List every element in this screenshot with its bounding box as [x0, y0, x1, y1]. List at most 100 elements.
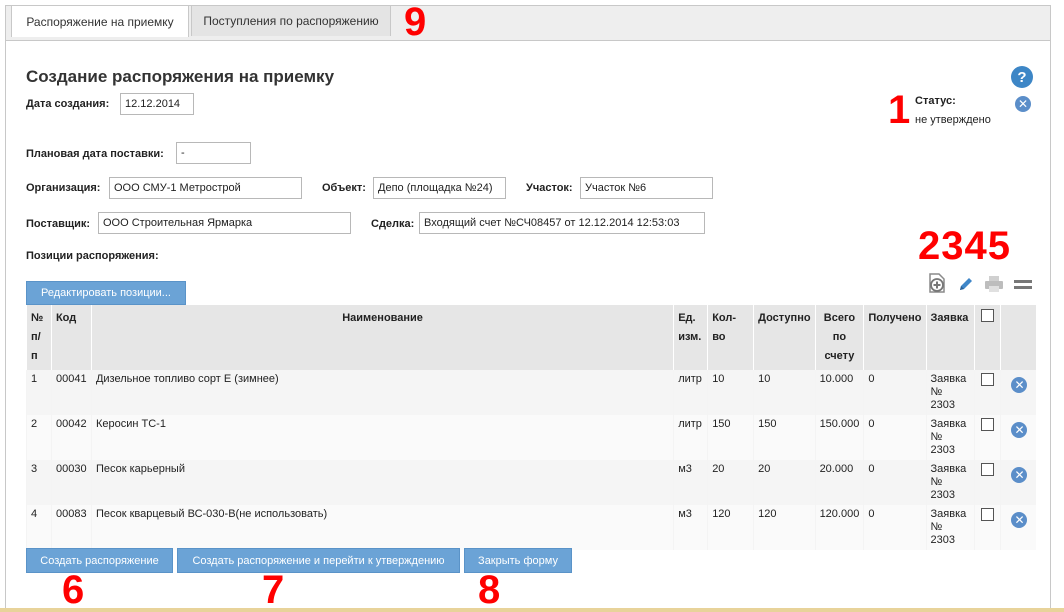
cell-unit: литр [673, 370, 708, 415]
cell-request[interactable]: Заявка № 2303 [925, 505, 974, 550]
organization-field[interactable]: ООО СМУ-1 Метрострой [109, 177, 302, 199]
cell-qty: 10 [707, 370, 754, 415]
row-checkbox[interactable] [980, 463, 994, 476]
row-delete-icon[interactable]: ✕ [1011, 512, 1028, 528]
header-total: Всего по счету [814, 305, 864, 370]
tab-receipts-by-order[interactable]: Поступления по распоряжению [191, 5, 391, 36]
annotation-7: 7 [262, 568, 285, 612]
help-icon[interactable]: ? [1011, 66, 1033, 88]
planned-date-field[interactable]: - [176, 142, 251, 164]
table-row: 1 00041 Дизельное топливо сорт Е (зимнее… [26, 370, 1036, 415]
header-unit: Ед. изм. [673, 305, 708, 370]
supplier-field[interactable]: ООО Строительная Ярмарка [98, 212, 351, 234]
cell-available: 120 [753, 505, 816, 550]
header-request: Заявка [925, 305, 974, 370]
cell-code: 00083 [50, 505, 92, 550]
deal-label: Сделка: [371, 218, 415, 230]
header-qty: Кол-во [707, 305, 754, 370]
section-field[interactable]: Участок №6 [580, 177, 713, 199]
cell-received: 0 [863, 505, 927, 550]
cell-received: 0 [863, 460, 927, 505]
cell-total: 10.000 [814, 370, 864, 415]
positions-table: № п/п Код Наименование Ед. изм. Кол-во Д… [26, 305, 1036, 550]
row-checkbox[interactable] [980, 373, 994, 386]
creation-date-field[interactable]: 12.12.2014 [120, 93, 194, 115]
select-all-checkbox[interactable] [980, 309, 994, 322]
cell-unit: м3 [673, 460, 708, 505]
cell-select [973, 370, 1001, 415]
cell-qty: 120 [707, 505, 754, 550]
cell-actions: ✕ [1000, 370, 1036, 415]
cell-qty: 20 [707, 460, 754, 505]
cell-unit: литр [673, 415, 708, 460]
deal-field[interactable]: Входящий счет №СЧ08457 от 12.12.2014 12:… [419, 212, 705, 234]
add-document-icon[interactable] [926, 272, 948, 294]
cell-request[interactable]: Заявка № 2303 [925, 370, 974, 415]
cell-name: Керосин ТС-1 [90, 415, 674, 460]
section-label: Участок: [526, 182, 573, 194]
cell-num: 2 [26, 415, 52, 460]
status-value: не утверждено [915, 114, 991, 126]
annotation-9: 9 [404, 0, 427, 44]
cell-num: 4 [26, 505, 52, 550]
cell-total: 120.000 [814, 505, 864, 550]
header-received: Получено [863, 305, 927, 370]
status-close-icon[interactable]: ✕ [1015, 96, 1031, 112]
table-row: 2 00042 Керосин ТС-1 литр 150 150 150.00… [26, 415, 1036, 460]
pencil-icon[interactable] [955, 273, 977, 295]
cell-select [973, 460, 1001, 505]
header-name: Наименование [90, 305, 674, 370]
create-order-button[interactable]: Создать распоряжение [26, 548, 173, 573]
planned-date-label: Плановая дата поставки: [26, 148, 164, 160]
cell-unit: м3 [673, 505, 708, 550]
row-checkbox[interactable] [980, 418, 994, 431]
annotation-2345: 2345 [918, 224, 1011, 268]
table-header-row: № п/п Код Наименование Ед. изм. Кол-во Д… [26, 305, 1036, 370]
cell-code: 00042 [50, 415, 92, 460]
bottom-border [0, 608, 1064, 612]
row-delete-icon[interactable]: ✕ [1011, 377, 1028, 393]
tab-acceptance-order[interactable]: Распоряжение на приемку [11, 5, 189, 37]
object-label: Объект: [322, 182, 366, 194]
cell-name: Песок кварцевый ВС-030-В(не использовать… [90, 505, 674, 550]
status-label: Статус: [915, 95, 956, 107]
supplier-label: Поставщик: [26, 218, 91, 230]
create-and-approve-button[interactable]: Создать распоряжение и перейти к утвержд… [177, 548, 460, 573]
menu-icon[interactable] [1012, 273, 1034, 295]
cell-qty: 150 [707, 415, 754, 460]
header-available: Доступно [753, 305, 816, 370]
printer-icon[interactable] [983, 273, 1005, 295]
row-checkbox[interactable] [980, 508, 994, 521]
cell-num: 3 [26, 460, 52, 505]
cell-available: 10 [753, 370, 816, 415]
cell-select [973, 415, 1001, 460]
table-row: 4 00083 Песок кварцевый ВС-030-В(не испо… [26, 505, 1036, 550]
cell-code: 00041 [50, 370, 92, 415]
cell-actions: ✕ [1000, 505, 1036, 550]
cell-total: 150.000 [814, 415, 864, 460]
row-delete-icon[interactable]: ✕ [1011, 467, 1028, 483]
annotation-6: 6 [62, 568, 85, 612]
organization-label: Организация: [26, 182, 101, 194]
edit-positions-button[interactable]: Редактировать позиции... [26, 281, 186, 305]
cell-received: 0 [863, 415, 927, 460]
header-select-all [973, 305, 1001, 370]
cell-code: 00030 [50, 460, 92, 505]
cell-actions: ✕ [1000, 415, 1036, 460]
cell-available: 150 [753, 415, 816, 460]
cell-request[interactable]: Заявка № 2303 [925, 415, 974, 460]
object-field[interactable]: Депо (площадка №24) [373, 177, 506, 199]
cell-name: Песок карьерный [90, 460, 674, 505]
cell-total: 20.000 [814, 460, 864, 505]
table-row: 3 00030 Песок карьерный м3 20 20 20.000 … [26, 460, 1036, 505]
annotation-8: 8 [478, 568, 501, 612]
creation-date-label: Дата создания: [26, 98, 110, 110]
cell-actions: ✕ [1000, 460, 1036, 505]
cell-available: 20 [753, 460, 816, 505]
row-delete-icon[interactable]: ✕ [1011, 422, 1028, 438]
header-actions [1000, 305, 1036, 370]
page-title: Создание распоряжения на приемку [26, 67, 335, 86]
annotation-1: 1 [888, 88, 911, 132]
cell-request[interactable]: Заявка № 2303 [925, 460, 974, 505]
cell-num: 1 [26, 370, 52, 415]
